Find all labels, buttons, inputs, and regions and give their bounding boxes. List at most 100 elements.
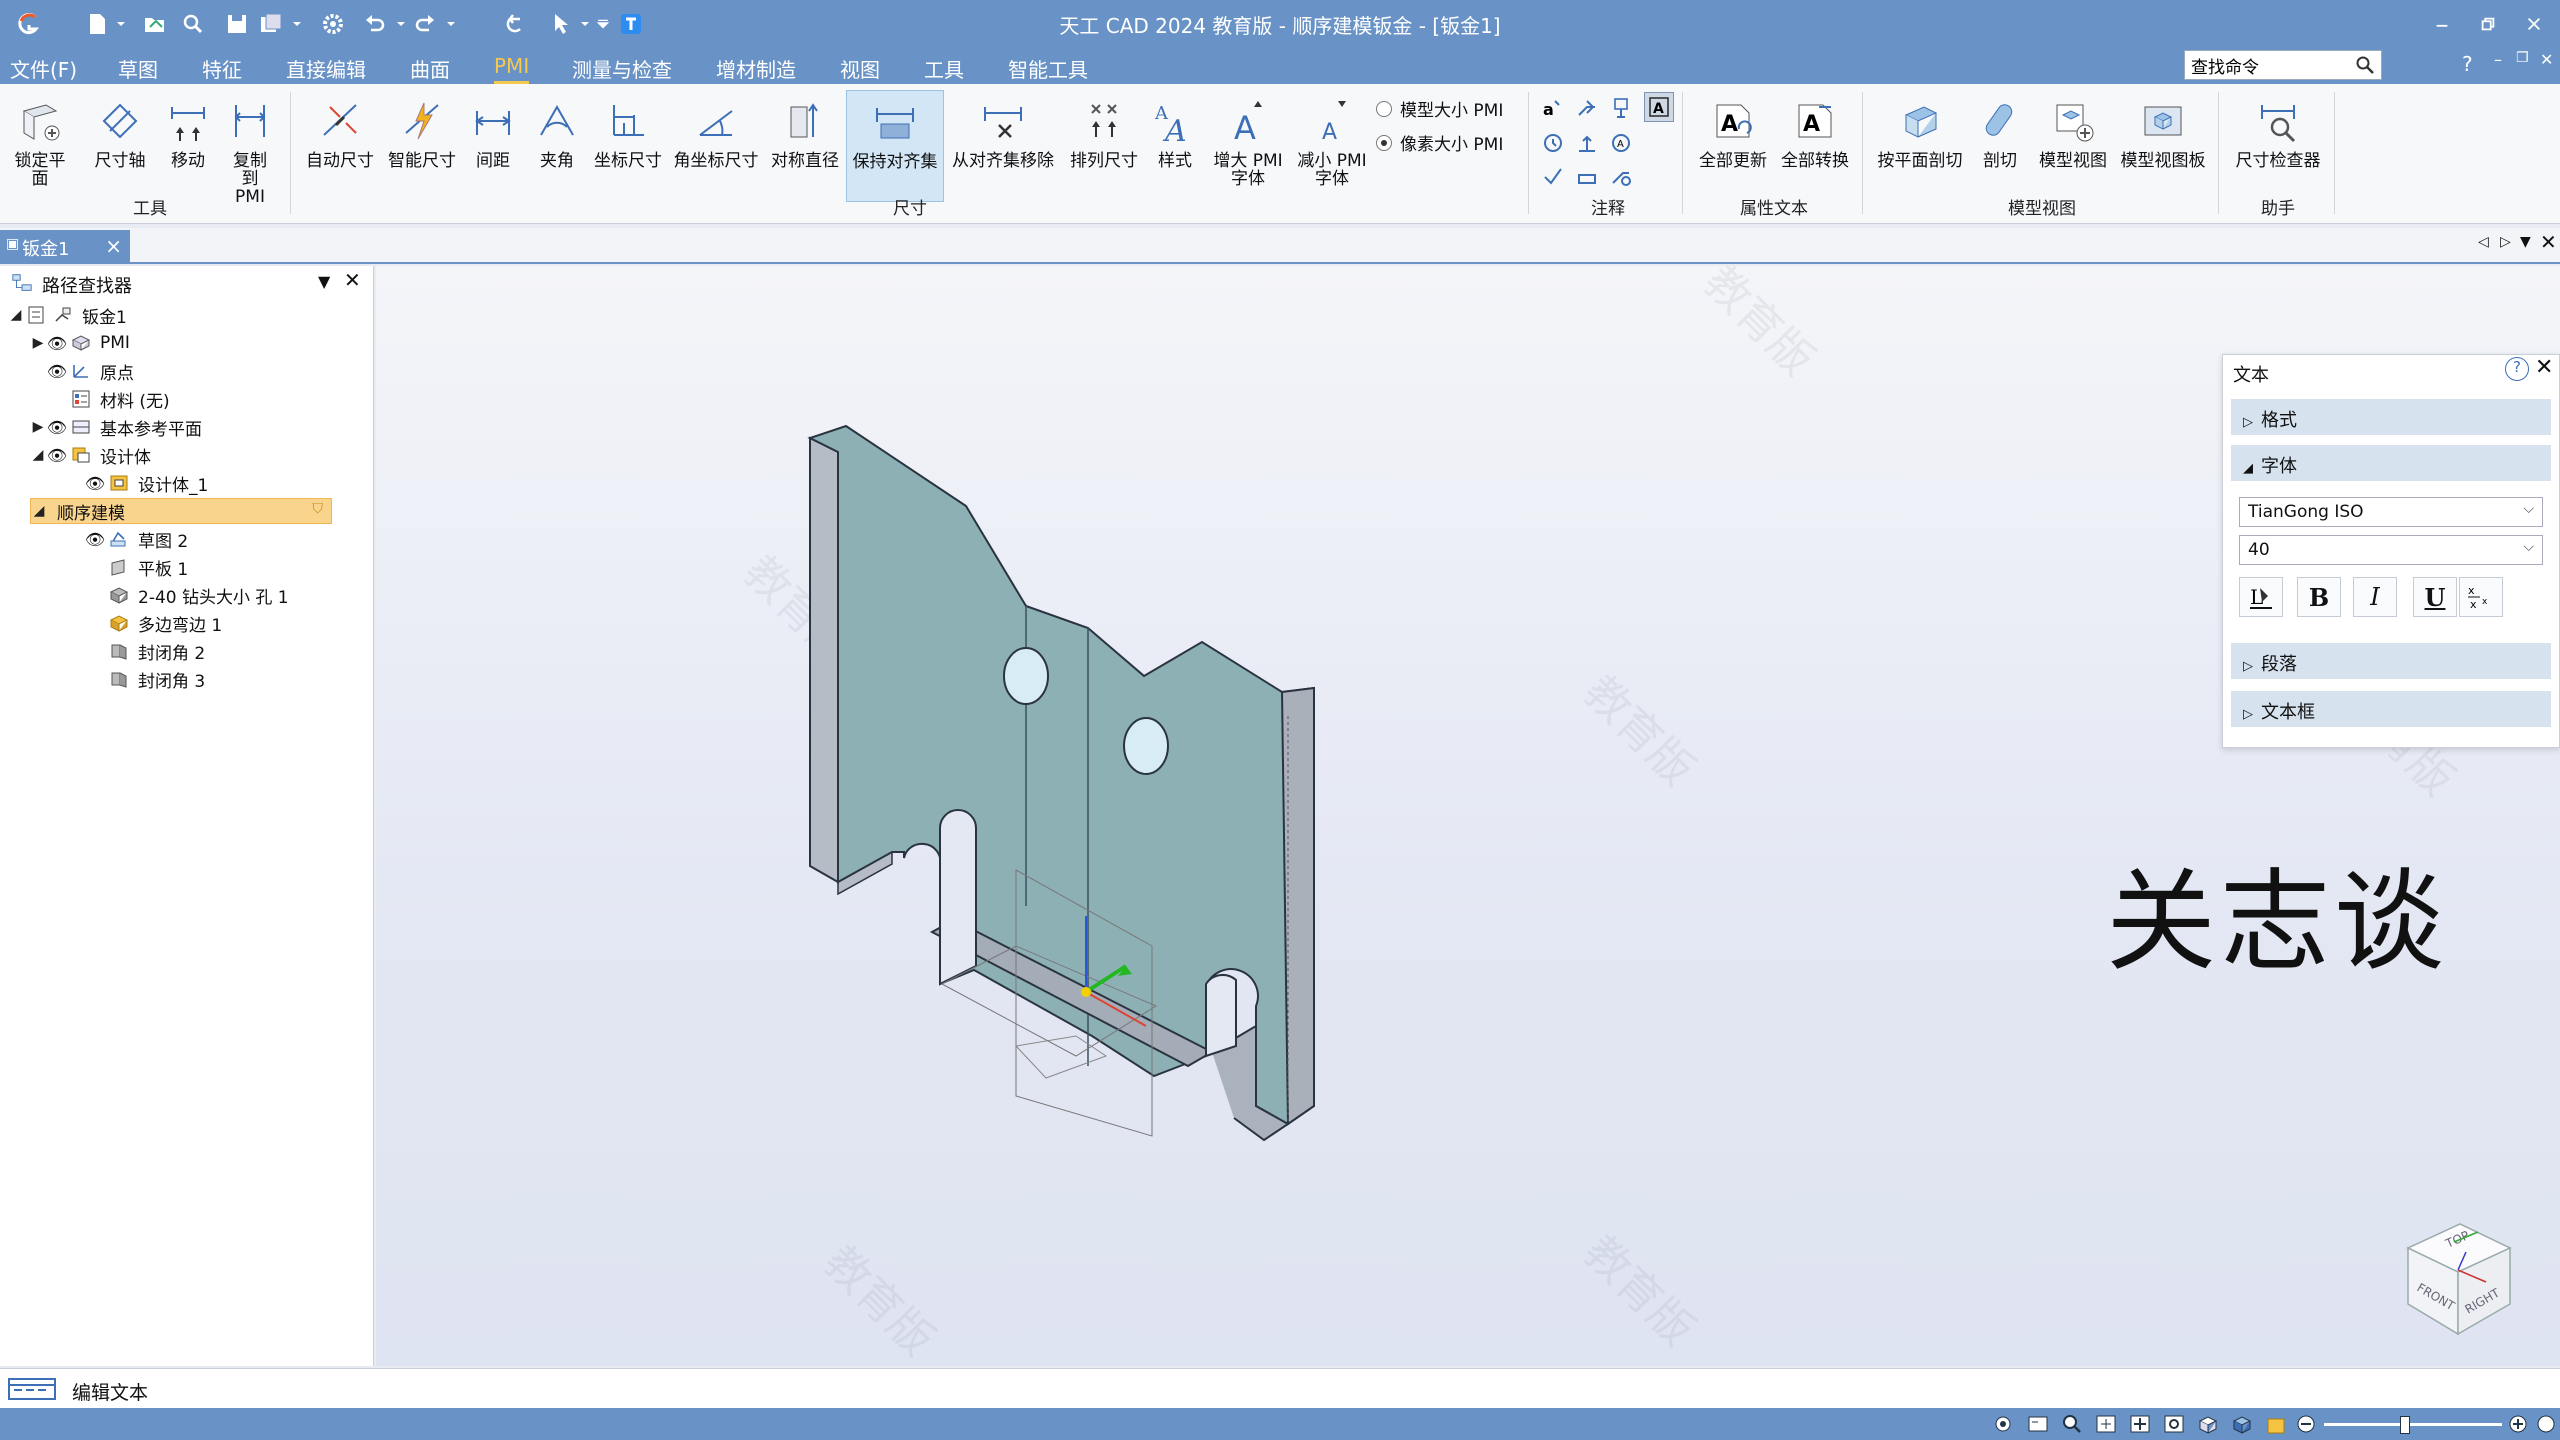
panel-close-icon[interactable]: ✕: [2535, 355, 2553, 380]
italic-button[interactable]: I: [2353, 577, 2397, 617]
menu-view[interactable]: 视图: [840, 54, 880, 83]
angular-coordinate-button[interactable]: 角坐标尺寸: [668, 90, 764, 170]
command-search-input[interactable]: [2185, 51, 2345, 79]
arrange-dimensions-button[interactable]: 排列尺寸: [1064, 90, 1144, 170]
model-view-button[interactable]: 模型视图: [2034, 90, 2112, 170]
menu-surface[interactable]: 曲面: [410, 54, 450, 83]
pane-close-icon[interactable]: ✕: [344, 268, 361, 292]
tree-item-pmi[interactable]: ▶ 👁 PMI: [30, 330, 130, 356]
ribbon-close-icon[interactable]: ✕: [2540, 50, 2553, 69]
menu-file[interactable]: 文件(F): [10, 54, 77, 83]
rotate-icon[interactable]: [2162, 1413, 2186, 1435]
visibility-eye-icon[interactable]: 👁: [84, 474, 106, 493]
collapse-arrow-icon[interactable]: ◢: [30, 447, 46, 463]
ribbon-minimize-icon[interactable]: –: [2494, 50, 2502, 69]
text-box-icon[interactable]: A: [1644, 92, 1674, 122]
lock-plane-button[interactable]: 锁定平面: [10, 90, 70, 188]
leader-icon[interactable]: [1572, 94, 1602, 124]
tree-item-ordered-modeling[interactable]: ◢ 顺序建模 ⛉: [30, 498, 332, 524]
tree-item-tab-1[interactable]: 平板 1: [68, 554, 188, 580]
convert-all-button[interactable]: A 全部转换: [1776, 90, 1854, 170]
menu-measure-inspect[interactable]: 测量与检查: [572, 54, 672, 83]
fit-icon[interactable]: [2094, 1413, 2118, 1435]
tree-item-sketch-2[interactable]: 👁 草图 2: [68, 526, 188, 552]
close-all-tabs-icon[interactable]: ✕: [2540, 230, 2557, 254]
scroll-right-icon[interactable]: ▷: [2500, 234, 2511, 250]
style-button[interactable]: AA 样式: [1148, 90, 1202, 170]
keep-alignment-set-button[interactable]: 保持对齐集: [846, 90, 944, 202]
command-window-icon[interactable]: [8, 1377, 56, 1406]
update-all-button[interactable]: A 全部更新: [1694, 90, 1772, 170]
copy-to-pmi-button[interactable]: 复制到PMI: [222, 90, 278, 206]
pan-icon[interactable]: [2128, 1413, 2152, 1435]
zoom-slider-track[interactable]: [2324, 1423, 2502, 1426]
sub-superscript-button[interactable]: xxx: [2459, 577, 2503, 617]
menu-smart-tools[interactable]: 智能工具: [1008, 54, 1088, 83]
menu-direct-edit[interactable]: 直接编辑: [286, 54, 366, 83]
zoom-icon[interactable]: [2060, 1413, 2084, 1435]
fullscreen-icon[interactable]: [2534, 1413, 2558, 1435]
model-size-pmi-option[interactable]: 模型大小 PMI: [1376, 96, 1503, 121]
text-annotation-icon[interactable]: a: [1538, 94, 1568, 124]
edge-condition-icon[interactable]: [1606, 162, 1636, 192]
bold-button[interactable]: B: [2297, 577, 2341, 617]
tree-item-closed-corner-3[interactable]: 封闭角 3: [68, 666, 205, 692]
smart-dimension-button[interactable]: 智能尺寸: [384, 90, 460, 170]
decrease-pmi-font-button[interactable]: A 减小 PMI 字体: [1290, 90, 1374, 188]
tab-list-icon[interactable]: ▼: [2520, 234, 2531, 250]
section-by-plane-button[interactable]: 按平面剖切: [1872, 90, 1968, 170]
visibility-eye-icon[interactable]: 👁: [46, 446, 68, 465]
display-style-icon[interactable]: [2230, 1413, 2254, 1435]
spacing-button[interactable]: 间距: [462, 90, 524, 170]
menu-additive[interactable]: 增材制造: [716, 54, 796, 83]
section-paragraph[interactable]: ▷ 段落: [2231, 643, 2551, 679]
datum-icon[interactable]: [1606, 94, 1636, 124]
expand-arrow-icon[interactable]: ▶: [30, 419, 46, 435]
weld-symbol-icon[interactable]: [1572, 128, 1602, 158]
auto-dimension-button[interactable]: 自动尺寸: [302, 90, 378, 170]
close-icon[interactable]: [2514, 8, 2554, 40]
dimension-checker-button[interactable]: 尺寸检查器: [2228, 90, 2328, 170]
balloon-icon[interactable]: A: [1606, 128, 1636, 158]
menu-tools[interactable]: 工具: [924, 54, 964, 83]
view-orientation-icon[interactable]: [2196, 1413, 2220, 1435]
model-view-panel-button[interactable]: 模型视图板: [2116, 90, 2210, 170]
callout-icon[interactable]: [1572, 162, 1602, 192]
tree-item-material[interactable]: 材料 (无): [30, 386, 170, 412]
command-search[interactable]: [2184, 50, 2382, 80]
pane-options-icon[interactable]: ▼: [318, 272, 330, 291]
font-name-select[interactable]: TianGong ISO ⌵: [2239, 497, 2543, 527]
expand-arrow-icon[interactable]: ▶: [30, 335, 46, 351]
visibility-eye-icon[interactable]: 👁: [84, 530, 106, 549]
visibility-eye-icon[interactable]: 👁: [46, 334, 68, 353]
section-textbox[interactable]: ▷ 文本框: [2231, 691, 2551, 727]
minimize-icon[interactable]: [2422, 8, 2462, 40]
view-cube[interactable]: TOP FRONT RIGHT: [2398, 1212, 2518, 1342]
visibility-eye-icon[interactable]: 👁: [46, 362, 68, 381]
check-mark-icon[interactable]: [1538, 162, 1568, 192]
coordinate-dimension-button[interactable]: 坐标尺寸: [590, 90, 666, 170]
visibility-eye-icon[interactable]: 👁: [46, 418, 68, 437]
underline-button[interactable]: U: [2413, 577, 2457, 617]
menu-sketch[interactable]: 草图: [118, 54, 158, 83]
tree-item-closed-corner-2[interactable]: 封闭角 2: [68, 638, 205, 664]
help-button[interactable]: ?: [2462, 52, 2473, 76]
tree-item-origin[interactable]: 👁 原点: [30, 358, 134, 384]
pixel-size-pmi-radio[interactable]: [1376, 134, 1392, 151]
zoom-area-icon[interactable]: [1992, 1413, 2016, 1435]
tree-item-design-body[interactable]: ◢ 👁 设计体: [30, 442, 151, 468]
scroll-left-icon[interactable]: ◁: [2478, 234, 2489, 250]
model-size-pmi-radio[interactable]: [1376, 100, 1392, 117]
tree-item-base-ref-planes[interactable]: ▶ 👁 基本参考平面: [30, 414, 202, 440]
tree-item-contour-flange-1[interactable]: 多边弯边 1: [68, 610, 222, 636]
section-format[interactable]: ▷ 格式: [2231, 399, 2551, 435]
search-icon[interactable]: [2355, 55, 2375, 80]
increase-pmi-font-button[interactable]: A 增大 PMI 字体: [1206, 90, 1290, 188]
font-size-select[interactable]: 40 ⌵: [2239, 535, 2543, 565]
ribbon-restore-icon[interactable]: ❐: [2516, 50, 2529, 66]
dimension-axis-button[interactable]: 尺寸轴: [90, 90, 150, 170]
zoom-in-icon[interactable]: [2506, 1413, 2530, 1435]
placed-text[interactable]: 关志谈: [2106, 832, 2448, 992]
modeling-mode-icon[interactable]: ⛉: [313, 501, 324, 517]
tree-item-sheet-metal-1[interactable]: ◢ 钣金1: [8, 302, 127, 328]
